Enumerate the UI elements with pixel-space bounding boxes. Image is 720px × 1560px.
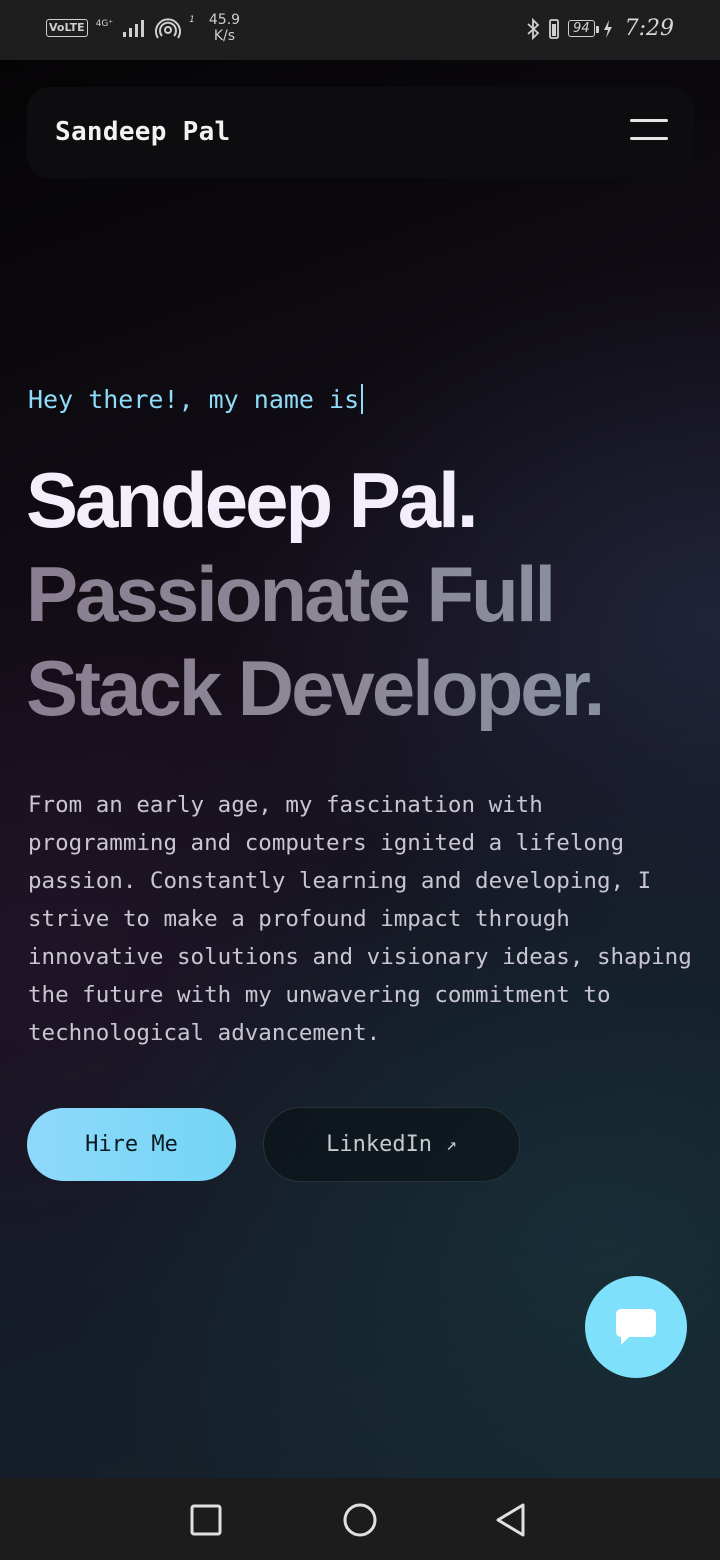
vibrate-icon — [549, 18, 559, 39]
menu-line — [630, 137, 668, 140]
status-bar: VoLTE 4G⁺ 1 45.9 K/s 94 7:29 — [0, 0, 720, 60]
hero-tagline-line-1: Passionate Full — [26, 547, 706, 641]
status-left: VoLTE 4G⁺ 1 45.9 K/s — [46, 12, 240, 44]
greeting-text: Hey there!, my name is — [28, 384, 364, 414]
hamburger-menu-icon[interactable] — [630, 117, 670, 143]
hotspot-icon — [155, 18, 182, 39]
status-right: 94 7:29 — [526, 16, 674, 41]
portfolio-page: Sandeep Pal Hey there!, my name is Sande… — [0, 60, 720, 1478]
chat-button[interactable] — [585, 1276, 687, 1378]
typing-cursor — [361, 384, 364, 414]
top-navbar: Sandeep Pal — [27, 87, 694, 178]
battery-icon: 94 — [568, 20, 599, 37]
menu-line — [630, 119, 668, 122]
recents-square-icon[interactable] — [186, 1500, 226, 1540]
chat-bubble-icon — [616, 1309, 656, 1345]
bluetooth-icon — [527, 17, 540, 40]
android-nav-bar — [0, 1478, 720, 1560]
volte-badge: VoLTE — [46, 19, 88, 37]
hotspot-count: 1 — [189, 15, 195, 25]
hire-me-button[interactable]: Hire Me — [27, 1108, 236, 1181]
speed-unit: K/s — [213, 28, 236, 44]
signal-icon — [123, 20, 145, 37]
home-circle-icon[interactable] — [340, 1500, 380, 1540]
network-speed: 45.9 K/s — [209, 12, 240, 44]
hero-tagline-line-2: Stack Developer. — [26, 641, 706, 735]
greeting-label: Hey there!, my name is — [28, 385, 360, 414]
clock: 7:29 — [624, 16, 674, 41]
network-type: 4G⁺ — [95, 19, 114, 29]
linkedin-button[interactable]: LinkedIn ↗ — [263, 1107, 520, 1182]
external-arrow-icon: ↗ — [446, 1134, 457, 1155]
speed-value: 45.9 — [208, 12, 241, 28]
linkedin-label: LinkedIn — [326, 1132, 433, 1157]
charging-icon — [603, 19, 612, 38]
brand-name[interactable]: Sandeep Pal — [55, 117, 231, 147]
hero-name: Sandeep Pal. — [26, 456, 479, 544]
hero-bio: From an early age, my fascination with p… — [28, 792, 692, 1046]
hero-headline: Sandeep Pal. Passionate Full Stack Devel… — [26, 453, 706, 735]
back-triangle-icon[interactable] — [492, 1500, 532, 1540]
